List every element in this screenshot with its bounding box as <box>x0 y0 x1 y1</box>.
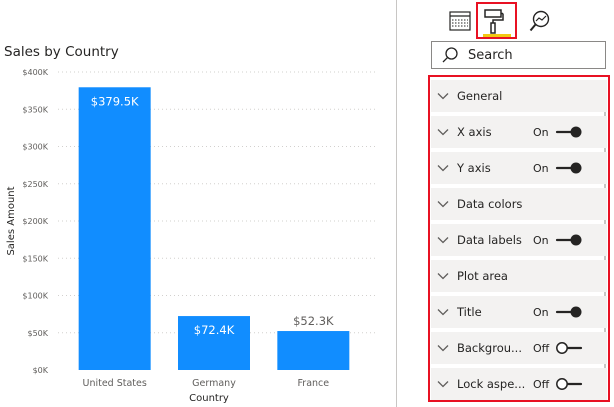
chevron-down-icon <box>437 129 449 136</box>
chevron-down-icon <box>437 93 449 100</box>
format-pane: Search General X axis On Y axis On Data color… <box>397 0 614 407</box>
format-card-title[interactable]: Title On <box>431 296 607 328</box>
toggle-on-icon <box>555 162 582 174</box>
chevron-down-icon <box>437 237 449 244</box>
toggle-off-icon <box>556 342 583 354</box>
format-card-label: Plot area <box>457 269 508 283</box>
toggle-state-label: Off <box>533 377 550 391</box>
format-card-y-axis[interactable]: Y axis On <box>431 152 607 184</box>
toggle-on-icon <box>555 126 582 138</box>
toggle-on-icon <box>555 306 582 318</box>
format-card-label: X axis <box>457 125 492 139</box>
x-tick-label: Germany <box>192 378 236 389</box>
format-card-label: General <box>457 89 503 103</box>
y-tick-label: $50K <box>27 329 48 338</box>
format-card-label: Data colors <box>457 197 523 211</box>
format-card-label: Lock aspe... <box>457 377 525 391</box>
y-tick-label: $250K <box>22 180 48 189</box>
y-tick-label: $300K <box>22 143 48 152</box>
search-placeholder: Search <box>468 47 513 63</box>
tab-fields[interactable] <box>445 6 475 36</box>
x-tick-label: United States <box>82 378 146 389</box>
toggle-state-label: Off <box>533 341 550 355</box>
chevron-down-icon <box>437 309 449 316</box>
search-icon <box>442 47 458 63</box>
y-tick-label: $200K <box>22 217 48 226</box>
toggle-state-label: On <box>533 233 549 247</box>
x-axis-title: Country <box>189 393 229 404</box>
format-card-general[interactable]: General <box>431 80 607 112</box>
chevron-down-icon <box>437 381 449 388</box>
data-label: $52.3K <box>293 314 334 328</box>
x-tick-label: France <box>298 378 330 389</box>
data-label: $72.4K <box>194 323 235 337</box>
format-card-data-colors[interactable]: Data colors <box>431 188 607 220</box>
format-cards-list: General X axis On Y axis On Data colors Data l… <box>428 75 610 402</box>
tab-format[interactable] <box>478 6 508 36</box>
toggle-state-label: On <box>533 305 549 319</box>
bar[interactable] <box>277 331 350 370</box>
format-card-plot-area[interactable]: Plot area <box>431 260 607 292</box>
data-label: $379.5K <box>91 94 139 108</box>
paint-roller-icon <box>484 9 504 34</box>
search-input[interactable]: Search <box>431 41 606 69</box>
format-card-data-labels[interactable]: Data labels On <box>431 224 607 256</box>
format-card-label: Title <box>457 305 482 319</box>
y-tick-label: $400K <box>22 68 48 77</box>
bar[interactable] <box>78 87 151 371</box>
toggle-off-icon <box>556 378 583 390</box>
bar-chart-visual[interactable]: Sales by Country $0K $50K $100K $150K $200K $… <box>0 0 396 407</box>
tab-analytics[interactable] <box>525 6 555 36</box>
toggle-switch[interactable]: On <box>533 161 583 175</box>
toggle-state-label: On <box>533 125 549 139</box>
y-tick-label: $0K <box>33 366 49 375</box>
toggle-switch[interactable]: Off <box>533 377 583 391</box>
toggle-switch[interactable]: On <box>533 233 583 247</box>
chevron-down-icon <box>437 201 449 208</box>
toggle-switch[interactable]: Off <box>533 341 583 355</box>
chevron-down-icon <box>437 273 449 280</box>
format-card-label: Data labels <box>457 233 522 247</box>
toggle-state-label: On <box>533 161 549 175</box>
format-card-x-axis[interactable]: X axis On <box>431 116 607 148</box>
format-card-backgrou[interactable]: Backgrou... Off <box>431 332 607 364</box>
chevron-down-icon <box>437 165 449 172</box>
format-card-lock-aspe[interactable]: Lock aspe... Off <box>431 368 607 400</box>
y-tick-label: $100K <box>22 292 48 301</box>
fields-grid-icon <box>449 11 471 31</box>
toggle-switch[interactable]: On <box>533 305 583 319</box>
y-tick-label: $350K <box>22 105 48 114</box>
toggle-switch[interactable]: On <box>533 125 583 139</box>
y-tick-label: $150K <box>22 254 48 263</box>
format-card-label: Backgrou... <box>457 341 522 355</box>
format-card-label: Y axis <box>457 161 491 175</box>
toggle-on-icon <box>555 234 582 246</box>
chevron-down-icon <box>437 345 449 352</box>
chart-canvas: $0K $50K $100K $150K $200K $250K $300K $350K $40… <box>6 68 376 404</box>
analytics-magnifier-icon <box>529 10 550 32</box>
y-axis-title: Sales Amount <box>6 186 17 255</box>
